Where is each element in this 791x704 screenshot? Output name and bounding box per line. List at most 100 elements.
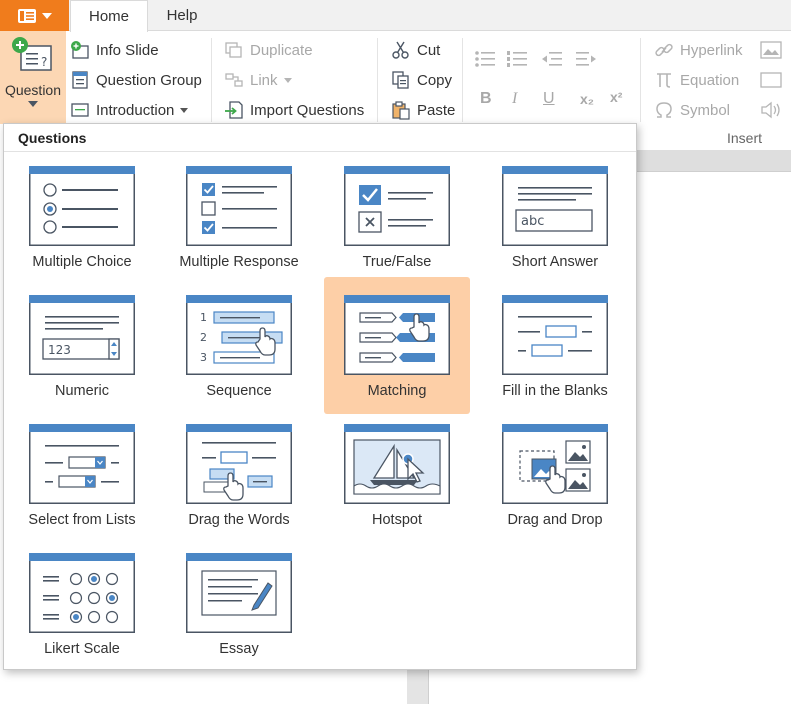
question-button-label: Question xyxy=(4,82,62,98)
question-type-essay[interactable]: Essay xyxy=(166,541,312,669)
hyperlink-label: Hyperlink xyxy=(680,41,743,59)
question-type-label: Multiple Choice xyxy=(32,254,132,270)
bold-button[interactable]: B xyxy=(480,90,492,108)
question-type-drag-the-words[interactable]: Drag the Words xyxy=(166,412,312,540)
question-type-multiple-response[interactable]: Multiple Response xyxy=(166,154,312,282)
question-type-sequence[interactable]: 1 2 3 Sequence xyxy=(166,283,312,411)
question-group-icon xyxy=(72,71,88,89)
ribbon-separator xyxy=(211,38,212,122)
question-type-hotspot[interactable]: Hotspot xyxy=(324,412,470,540)
cut-label: Cut xyxy=(417,41,441,59)
chevron-down-icon xyxy=(28,101,38,107)
question-type-select-from-lists[interactable]: Select from Lists xyxy=(9,412,155,540)
ribbon-separator xyxy=(640,38,641,122)
cut-button[interactable]: Cut xyxy=(391,39,440,61)
introduction-label: Introduction xyxy=(96,101,175,119)
question-type-true-false[interactable]: True/False xyxy=(324,154,470,282)
link-button[interactable]: Link xyxy=(224,69,292,91)
tab-home[interactable]: Home xyxy=(70,0,148,32)
paste-label: Paste xyxy=(417,101,456,119)
essay-icon xyxy=(186,553,292,633)
question-group-button[interactable]: Question Group xyxy=(70,69,202,91)
import-questions-button[interactable]: Import Questions xyxy=(224,99,364,121)
copy-label: Copy xyxy=(417,71,453,89)
info-slide-button[interactable]: Info Slide xyxy=(70,39,159,61)
ribbon-separator xyxy=(462,38,463,122)
question-type-label: Numeric xyxy=(55,383,109,399)
question-type-label: Drag and Drop xyxy=(507,512,603,528)
question-type-label: Select from Lists xyxy=(28,512,136,528)
multiple-choice-icon xyxy=(29,166,135,246)
ribbon-tab-bar: Home Help xyxy=(0,0,791,32)
increase-indent-icon xyxy=(576,52,596,66)
true-false-icon xyxy=(344,166,450,246)
likert-scale-icon xyxy=(29,553,135,633)
select-from-lists-icon xyxy=(29,424,135,504)
symbol-label: Symbol xyxy=(680,101,731,119)
question-type-label: Drag the Words xyxy=(188,512,290,528)
add-question-icon: ? xyxy=(12,37,52,71)
insert-group-label: Insert xyxy=(727,130,763,146)
question-type-fill-in-the-blanks[interactable]: Fill in the Blanks xyxy=(482,283,628,411)
decrease-indent-icon xyxy=(542,52,562,66)
tab-help[interactable]: Help xyxy=(148,0,216,31)
sequence-icon: 1 2 3 xyxy=(186,295,292,375)
introduction-icon xyxy=(71,103,89,117)
info-slide-label: Info Slide xyxy=(96,41,159,59)
hyperlink-icon xyxy=(655,43,673,57)
question-type-label: Matching xyxy=(367,383,427,399)
scissors-icon xyxy=(392,41,409,59)
chevron-down-icon xyxy=(283,77,292,83)
superscript-button[interactable]: x² xyxy=(610,89,622,105)
question-type-matching[interactable]: Matching xyxy=(324,277,470,414)
import-icon xyxy=(225,101,243,119)
duplicate-button[interactable]: Duplicate xyxy=(224,39,313,61)
question-type-label: Multiple Response xyxy=(179,254,299,270)
sequence-number-3: 3 xyxy=(200,351,207,364)
subscript-button[interactable]: x₂ xyxy=(580,91,594,107)
chevron-down-icon xyxy=(180,107,189,113)
question-type-label: Fill in the Blanks xyxy=(502,383,608,399)
link-label: Link xyxy=(250,71,278,89)
paste-button[interactable]: Paste xyxy=(391,99,455,121)
short-answer-sample: abc xyxy=(521,214,544,229)
hotspot-icon xyxy=(344,424,450,504)
question-type-label: Likert Scale xyxy=(44,641,120,657)
question-type-label: True/False xyxy=(362,254,432,270)
app-window: Home Help ? Question Info Slide Question… xyxy=(0,0,791,704)
app-menu-button[interactable] xyxy=(0,0,69,31)
question-type-numeric[interactable]: 123 Numeric xyxy=(9,283,155,411)
equation-button[interactable]: Equation xyxy=(654,69,739,91)
question-button[interactable]: ? Question xyxy=(0,31,66,124)
italic-button[interactable]: I xyxy=(512,90,517,108)
question-type-multiple-choice[interactable]: Multiple Choice xyxy=(9,154,155,282)
picture-icon xyxy=(760,41,782,59)
introduction-button[interactable]: Introduction xyxy=(70,99,189,121)
hyperlink-button[interactable]: Hyperlink xyxy=(654,39,743,61)
short-answer-icon: abc xyxy=(502,166,608,246)
numeric-sample: 123 xyxy=(48,343,71,357)
duplicate-label: Duplicate xyxy=(250,41,313,59)
symbol-button[interactable]: Symbol xyxy=(654,99,730,121)
drag-the-words-icon xyxy=(186,424,292,504)
svg-text:?: ? xyxy=(41,55,47,69)
question-type-likert-scale[interactable]: Likert Scale xyxy=(9,541,155,669)
underline-button[interactable]: U xyxy=(543,90,555,108)
info-slide-icon xyxy=(71,41,89,59)
questions-panel-title: Questions xyxy=(4,124,636,152)
multiple-response-icon xyxy=(186,166,292,246)
question-type-short-answer[interactable]: abc Short Answer xyxy=(482,154,628,282)
equation-icon xyxy=(657,73,671,88)
sequence-number-1: 1 xyxy=(200,311,207,324)
copy-button[interactable]: Copy xyxy=(391,69,452,91)
link-slides-icon xyxy=(225,73,243,87)
fill-in-the-blanks-icon xyxy=(502,295,608,375)
numeric-icon: 123 xyxy=(29,295,135,375)
app-menu-icon xyxy=(17,8,36,23)
copy-icon xyxy=(392,71,409,89)
drag-and-drop-icon xyxy=(502,424,608,504)
chevron-down-icon xyxy=(41,12,52,19)
equation-label: Equation xyxy=(680,71,740,89)
question-type-label: Short Answer xyxy=(511,254,599,270)
question-type-drag-and-drop[interactable]: Drag and Drop xyxy=(482,412,628,540)
